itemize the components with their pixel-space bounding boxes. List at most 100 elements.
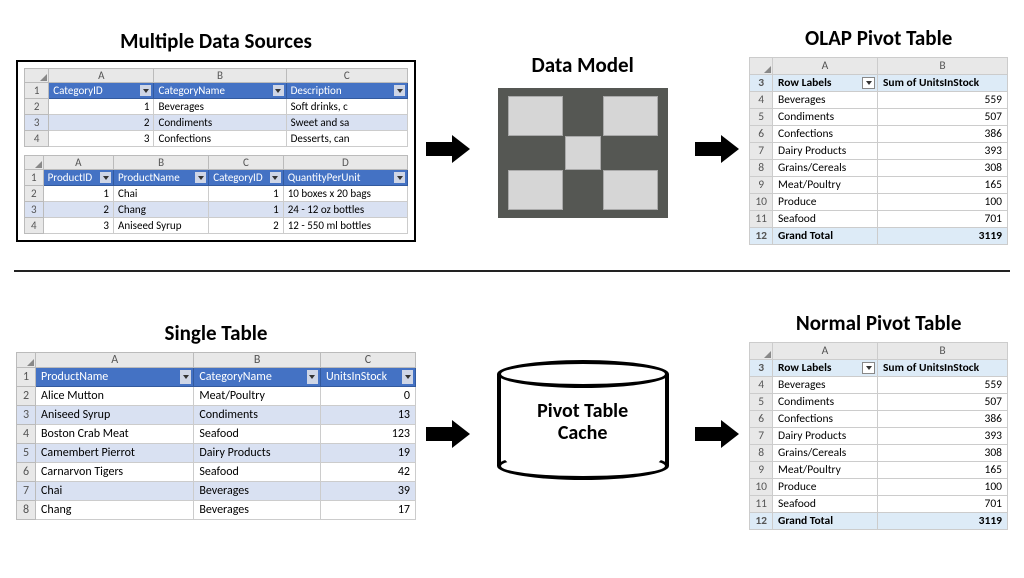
cell[interactable]: Seafood — [194, 463, 321, 482]
row-header[interactable]: 1 — [25, 83, 49, 99]
pivot-value[interactable]: 507 — [878, 394, 1008, 411]
pivot-value[interactable]: 100 — [878, 479, 1008, 496]
cell[interactable]: 123 — [320, 425, 415, 444]
cell[interactable]: Boston Crab Meat — [36, 425, 194, 444]
row-labels-header[interactable]: Row Labels — [773, 360, 878, 377]
col-header[interactable]: C — [209, 156, 284, 170]
filter-dropdown-icon[interactable] — [140, 85, 151, 96]
pivot-value[interactable]: 100 — [878, 194, 1008, 211]
row-header[interactable]: 9 — [750, 177, 773, 194]
cell[interactable]: Beverages — [194, 482, 321, 501]
cell[interactable]: Alice Mutton — [36, 387, 194, 406]
row-header[interactable]: 10 — [750, 479, 773, 496]
cell[interactable]: Aniseed Syrup — [36, 406, 194, 425]
row-header[interactable]: 6 — [750, 411, 773, 428]
pivot-value[interactable]: 559 — [878, 377, 1008, 394]
table-header-cell[interactable]: CategoryName — [194, 368, 321, 387]
table-header-cell[interactable]: Description — [286, 83, 407, 99]
cell[interactable]: 39 — [320, 482, 415, 501]
row-header[interactable]: 3 — [750, 360, 773, 377]
col-header[interactable]: A — [43, 156, 113, 170]
pivot-value[interactable]: 165 — [878, 462, 1008, 479]
table-header-cell[interactable]: QuantityPerUnit — [283, 170, 407, 186]
filter-dropdown-icon[interactable] — [270, 172, 281, 183]
row-header[interactable]: 5 — [750, 109, 773, 126]
row-labels-header[interactable]: Row Labels — [773, 75, 878, 92]
table-header-cell[interactable]: ProductID — [43, 170, 113, 186]
select-all-icon[interactable] — [17, 353, 36, 368]
row-header[interactable]: 4 — [17, 425, 36, 444]
select-all-icon[interactable] — [750, 343, 773, 360]
col-header[interactable]: C — [320, 353, 415, 368]
filter-dropdown-icon[interactable] — [195, 172, 206, 183]
cell[interactable]: 0 — [320, 387, 415, 406]
pivot-label[interactable]: Confections — [773, 126, 878, 143]
filter-dropdown-icon[interactable] — [273, 85, 284, 96]
pivot-value[interactable]: 393 — [878, 143, 1008, 160]
pivot-label[interactable]: Grains/Cereals — [773, 160, 878, 177]
row-header[interactable]: 4 — [750, 92, 773, 109]
row-header[interactable]: 8 — [750, 160, 773, 177]
table-header-cell[interactable]: CategoryID — [209, 170, 284, 186]
col-header[interactable]: B — [194, 353, 321, 368]
col-header[interactable]: C — [286, 69, 407, 83]
row-header[interactable]: 11 — [750, 211, 773, 228]
pivot-label[interactable]: Beverages — [773, 377, 878, 394]
row-header[interactable]: 2 — [25, 99, 49, 115]
pivot-label[interactable]: Grains/Cereals — [773, 445, 878, 462]
pivot-label[interactable]: Produce — [773, 479, 878, 496]
pivot-value[interactable]: 701 — [878, 211, 1008, 228]
pivot-value[interactable]: 701 — [878, 496, 1008, 513]
row-header[interactable]: 7 — [750, 428, 773, 445]
col-header[interactable]: B — [878, 58, 1008, 75]
pivot-label[interactable]: Seafood — [773, 496, 878, 513]
pivot-label[interactable]: Produce — [773, 194, 878, 211]
filter-dropdown-icon[interactable] — [307, 370, 318, 384]
cell[interactable]: Dairy Products — [194, 444, 321, 463]
filter-dropdown-icon[interactable] — [402, 370, 413, 384]
cell[interactable]: Camembert Pierrot — [36, 444, 194, 463]
pivot-label[interactable]: Dairy Products — [773, 143, 878, 160]
table-header-cell[interactable]: ProductName — [114, 170, 209, 186]
pivot-value[interactable]: 393 — [878, 428, 1008, 445]
filter-dropdown-icon[interactable] — [862, 77, 875, 89]
col-header[interactable]: B — [114, 156, 209, 170]
table-header-cell[interactable]: UnitsInStock — [320, 368, 415, 387]
row-header[interactable]: 7 — [750, 143, 773, 160]
cell[interactable]: Chang — [36, 501, 194, 520]
filter-dropdown-icon[interactable] — [180, 370, 191, 384]
filter-dropdown-icon[interactable] — [394, 172, 405, 183]
filter-dropdown-icon[interactable] — [100, 172, 111, 183]
row-header[interactable]: 2 — [17, 387, 36, 406]
pivot-label[interactable]: Dairy Products — [773, 428, 878, 445]
cell[interactable]: 42 — [320, 463, 415, 482]
col-header[interactable]: A — [773, 58, 878, 75]
table-header-cell[interactable]: ProductName — [36, 368, 194, 387]
col-header[interactable]: A — [36, 353, 194, 368]
col-header[interactable]: D — [283, 156, 407, 170]
row-header[interactable]: 7 — [17, 482, 36, 501]
row-header[interactable]: 9 — [750, 462, 773, 479]
cell[interactable]: Meat/Poultry — [194, 387, 321, 406]
cell[interactable]: 13 — [320, 406, 415, 425]
col-header[interactable]: B — [154, 69, 286, 83]
row-header[interactable]: 4 — [25, 131, 49, 147]
cell[interactable]: Beverages — [194, 501, 321, 520]
pivot-label[interactable]: Condiments — [773, 394, 878, 411]
col-header[interactable]: A — [49, 69, 154, 83]
pivot-value[interactable]: 559 — [878, 92, 1008, 109]
select-all-icon[interactable] — [750, 58, 773, 75]
row-header[interactable]: 3 — [750, 75, 773, 92]
filter-dropdown-icon[interactable] — [394, 85, 405, 96]
pivot-value[interactable]: 386 — [878, 126, 1008, 143]
cell[interactable]: Condiments — [194, 406, 321, 425]
pivot-label[interactable]: Condiments — [773, 109, 878, 126]
table-header-cell[interactable]: CategoryName — [154, 83, 286, 99]
cell[interactable]: Carnarvon Tigers — [36, 463, 194, 482]
pivot-value[interactable]: 507 — [878, 109, 1008, 126]
cell[interactable]: 19 — [320, 444, 415, 463]
row-header[interactable]: 1 — [25, 170, 44, 186]
row-header[interactable]: 4 — [750, 377, 773, 394]
col-header[interactable]: B — [878, 343, 1008, 360]
filter-dropdown-icon[interactable] — [862, 362, 875, 374]
